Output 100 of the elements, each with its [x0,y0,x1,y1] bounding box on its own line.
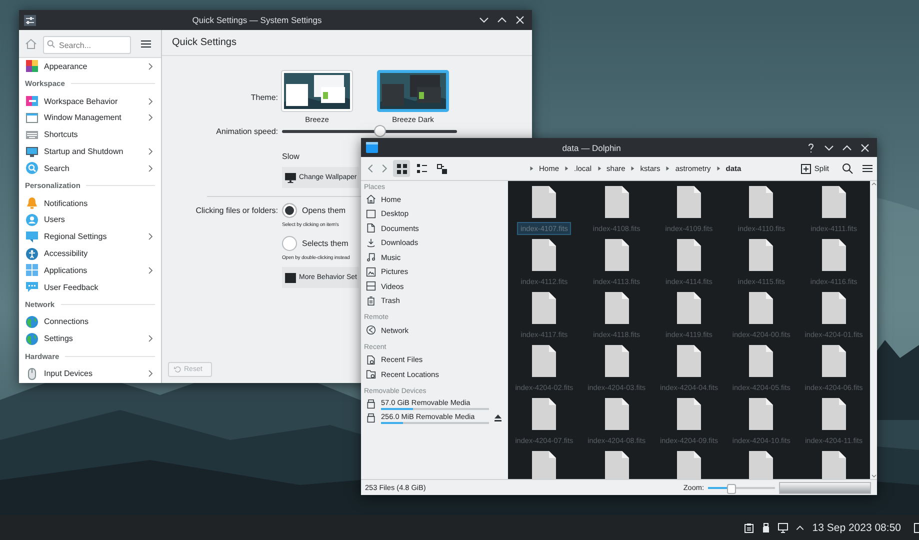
file-icon [822,239,846,271]
sidebar-item[interactable]: Workspace Behavior [44,96,140,106]
file-icon [532,186,556,218]
search-icon[interactable] [842,163,853,174]
caret-right-icon [665,166,670,171]
file-icon [604,345,629,377]
folder-window-icon [366,142,378,153]
file-icon [676,186,701,218]
sidebar-item[interactable]: User Feedback [44,282,155,292]
file-icon [822,398,846,430]
film-icon [366,281,376,292]
sidebar-item[interactable]: Accessibility [44,249,155,258]
radio-button[interactable] [282,236,297,251]
view-mode-button[interactable] [393,160,410,177]
picture-icon [366,266,376,277]
theme-thumbnail[interactable] [281,70,353,112]
close-icon[interactable] [514,14,526,26]
chevron-right-icon [146,369,155,378]
menu-icon[interactable] [140,38,152,50]
chevron-right-icon [146,266,155,275]
tree-view-icon [436,164,446,174]
file-icon [604,239,629,271]
bell-icon [26,197,38,210]
accessibility-icon [26,248,38,260]
monitor-icon [285,172,296,182]
sidebar-item[interactable]: Appearance [44,62,140,71]
file-icon [749,186,774,218]
swatch-icon [26,60,38,72]
sidebar-item[interactable]: Regional Settings [44,232,140,242]
file-icon [676,345,701,377]
file-icon [822,186,846,218]
caret-right-icon [630,166,636,171]
sidebar-item[interactable]: Startup and Shutdown [44,147,140,156]
zoom-slider[interactable] [708,482,775,492]
drive-icon [366,398,376,409]
desktop-icon [366,208,376,219]
house-icon [366,194,376,204]
search-icon [47,40,55,48]
radio-label[interactable]: Selects them [302,239,348,248]
magnifier-icon [26,162,38,174]
clipboard-icon[interactable] [744,522,754,532]
slider-handle[interactable] [374,125,386,137]
file-icon [604,292,629,324]
file-icon [604,398,629,430]
file-icon [532,239,556,271]
caret-right-icon [596,166,602,171]
slider-handle[interactable] [726,484,736,494]
sidebar-item[interactable]: Connections [44,317,155,326]
close-icon[interactable] [859,142,871,154]
sidebar-item[interactable]: Window Management [44,113,140,122]
sidebar-item[interactable]: Settings [44,334,140,344]
chevron-right-icon [146,334,155,344]
chevron-right-icon [146,232,155,242]
file-icon [676,239,701,271]
sliders-icon [24,14,36,26]
search-field[interactable]: Search... [43,36,131,54]
trash-icon [366,296,376,306]
usb-drive-icon[interactable] [761,522,772,532]
animation-speed-slider[interactable] [282,124,457,138]
monitor-icon[interactable] [778,522,788,532]
menu-icon[interactable] [862,163,873,174]
file-icon [532,292,556,324]
radio-button[interactable] [282,203,297,218]
scroll-down-icon[interactable] [870,473,876,479]
field-label: Animation speed: [216,126,278,136]
workspace-icon [26,95,38,108]
scrollbar[interactable] [870,181,877,479]
file-icon [822,345,846,377]
grid-icon [26,264,38,276]
file-icon [532,398,556,430]
drive-icon [366,413,376,424]
document-icon [366,223,376,234]
sidebar-item[interactable]: Input Devices [44,369,140,378]
undo-icon [174,366,181,373]
sidebar-item[interactable]: Applications [44,266,140,275]
chevron-right-icon [146,62,155,71]
file-icon [532,345,556,377]
eject-icon[interactable] [494,414,502,422]
page-title: Quick Settings [172,37,236,48]
caret-right-icon [564,166,570,171]
recent-folder-icon [366,369,376,380]
file-icon [749,398,774,430]
sidebar-item[interactable]: Search [44,164,140,173]
globe-icon [26,332,38,345]
sidebar-item[interactable]: Users [44,215,155,224]
download-icon [366,238,376,248]
file-icon [749,345,774,377]
clock[interactable]: 13 Sep 2023 08:50 [812,522,901,534]
window-title: data — Dolphin [561,142,622,152]
compact-list-icon [416,164,426,174]
sidebar-item[interactable]: Notifications [44,198,155,208]
globe-icon [26,316,38,328]
radio-label[interactable]: Opens them [302,206,346,215]
split-view-icon [801,164,812,174]
theme-thumbnail[interactable] [377,70,449,112]
window-title: Quick Settings — System Settings [191,15,323,25]
recent-file-icon [366,354,376,365]
file-icon [749,239,774,271]
sidebar-item[interactable]: Shortcuts [44,130,155,140]
scroll-up-icon[interactable] [870,181,876,187]
